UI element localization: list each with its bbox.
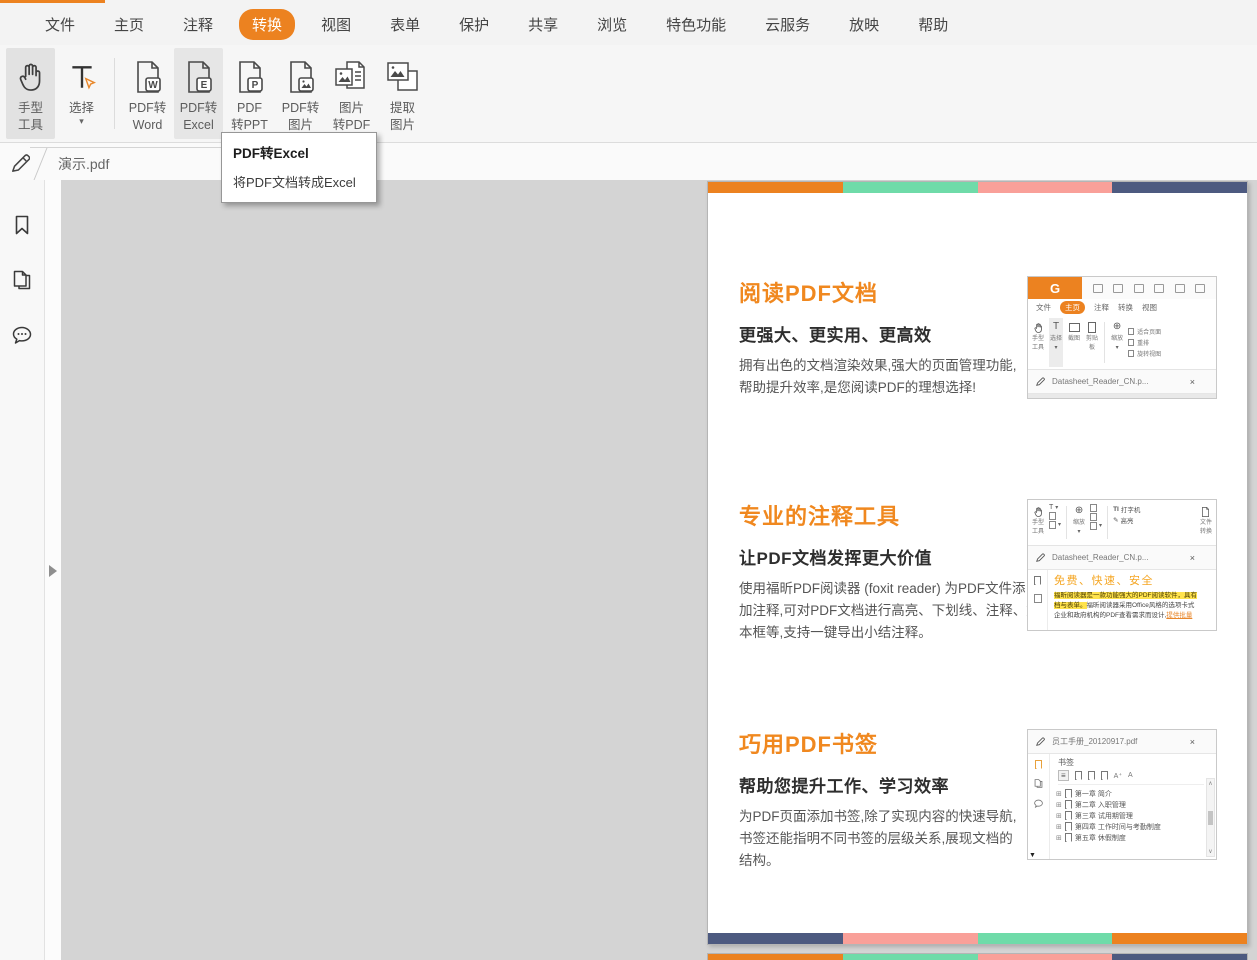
foxit-logo: G	[1028, 277, 1082, 299]
mini-text-tools: TI打字机 ✎高亮	[1113, 502, 1140, 543]
mini-doc-tab: Datasheet_Reader_CN.p... ×	[1028, 546, 1216, 570]
hand-icon	[15, 54, 47, 100]
svg-text:P: P	[251, 80, 258, 91]
mini-close-icon: ×	[1190, 377, 1195, 387]
ribbon-toolbar: 手型工具 选择 ▾ W PDF转Word E	[0, 45, 1257, 143]
menu-item-file[interactable]: 文件	[45, 14, 75, 35]
mini-close-icon: ×	[1190, 553, 1195, 563]
mini-annot-toolbar: 手型工具 T▾ ▾ ⊕缩放▾ ▾ TI打字机 ✎高亮	[1028, 500, 1216, 546]
menu-item-protect[interactable]: 保护	[459, 14, 489, 35]
extract-image-button[interactable]: 提取图片	[378, 48, 427, 139]
menu-item-features[interactable]: 特色功能	[666, 14, 726, 35]
mini-doc-tab: Datasheet_Reader_CN.p... ×	[1028, 370, 1216, 394]
tooltip-title: PDF转Excel	[233, 142, 365, 162]
bookmarks-panel-button[interactable]	[9, 212, 35, 238]
pdf-to-word-button[interactable]: W PDF转Word	[123, 48, 172, 139]
menu-item-convert-active[interactable]: 转换	[239, 9, 295, 40]
mini-font-increase-icon: A⁺	[1114, 772, 1122, 780]
mini-bookmark-icon	[1034, 576, 1041, 585]
mini-scrollbar: ∧ ∨	[1206, 778, 1215, 857]
mini-list-icon: ≡	[1058, 770, 1069, 781]
pdf-to-excel-icon: E	[181, 54, 217, 100]
menu-item-share[interactable]: 共享	[528, 14, 558, 35]
menu-item-home[interactable]: 主页	[114, 14, 144, 35]
document-tab[interactable]: 演示.pdf	[30, 147, 226, 180]
page-top-stripe	[708, 182, 1247, 193]
mini-bookmark-icon-active	[1035, 760, 1042, 769]
pdf-to-image-button[interactable]: PDF转图片	[276, 48, 325, 139]
mini-view-options: 适合页面 重排 旋转视图	[1128, 318, 1161, 367]
tooltip: PDF转Excel 将PDF文档转成Excel	[221, 132, 377, 203]
document-tab-bar: 演示.pdf	[0, 143, 1257, 180]
comments-panel-button[interactable]	[9, 322, 35, 348]
pdf-to-ppt-icon: P	[232, 54, 268, 100]
mini-link-text: 提供批量	[1166, 612, 1192, 619]
main-area: 阅读PDF文档 更强大、更实用、更高效 拥有出色的文档渲染效果,强大的页面管理功…	[0, 180, 1257, 960]
menu-item-comment[interactable]: 注释	[183, 14, 213, 35]
pages-panel-button[interactable]	[9, 267, 35, 293]
tooltip-description: 将PDF文档转成Excel	[233, 172, 365, 191]
mini-screenshot-annotation: 手型工具 T▾ ▾ ⊕缩放▾ ▾ TI打字机 ✎高亮	[1027, 499, 1217, 631]
document-canvas[interactable]: 阅读PDF文档 更强大、更实用、更高效 拥有出色的文档渲染效果,强大的页面管理功…	[61, 180, 1257, 960]
image-to-pdf-button[interactable]: 图片转PDF	[327, 48, 376, 139]
mini-page-group: ▾	[1090, 502, 1102, 543]
mini-typewriter-icon: TI	[1113, 506, 1119, 513]
svg-text:W: W	[148, 80, 158, 91]
mini-collapse-icon: ▼	[1029, 852, 1036, 859]
mini-quickaccess-icons	[1082, 284, 1216, 293]
image-to-pdf-icon	[333, 54, 371, 100]
menu-item-form[interactable]: 表单	[390, 14, 420, 35]
hand-tool-button[interactable]: 手型工具	[6, 48, 55, 139]
mini-side-panel: ▼	[1028, 754, 1050, 860]
next-page-top-stripe	[707, 953, 1248, 960]
svg-text:E: E	[200, 80, 207, 91]
navigation-side-panel	[0, 180, 45, 960]
menu-item-browse[interactable]: 浏览	[597, 14, 627, 35]
mini-font-icon: A	[1128, 772, 1133, 779]
mini-screenshot-reader: G 文件 主页 注释 转换 视图 手型工具 T选择▾	[1027, 276, 1217, 399]
mini-select-group: T▾ ▾	[1049, 502, 1061, 543]
mini-screenshot-bookmarks: 员工手册_20120917.pdf × ▼ 书签 ≡	[1027, 729, 1217, 860]
mini-page-heading: 免费、快速、安全	[1054, 572, 1214, 588]
select-cursor-icon	[68, 54, 96, 100]
mini-side-panel	[1028, 570, 1048, 630]
pdf-to-ppt-button[interactable]: P PDF转PPT	[225, 48, 274, 139]
pdf-to-excel-button[interactable]: E PDF转Excel	[174, 48, 223, 139]
toolbar-separator	[114, 58, 115, 129]
mini-panel-title: 书签	[1058, 757, 1204, 768]
mini-zoom-icon: ⊕	[1075, 504, 1083, 519]
panel-expander-arrow[interactable]	[49, 565, 57, 577]
pdf-to-word-icon: W	[130, 54, 166, 100]
mini-select-icon: T	[1053, 320, 1059, 335]
panel-gutter	[45, 180, 61, 960]
extract-image-icon	[385, 54, 421, 100]
menu-item-present[interactable]: 放映	[849, 14, 879, 35]
pdf-to-image-icon	[283, 54, 319, 100]
mini-bookmark-toolbar: ≡ A⁺ A	[1058, 770, 1204, 785]
pdf-page: 阅读PDF文档 更强大、更实用、更高效 拥有出色的文档渲染效果,强大的页面管理功…	[707, 181, 1248, 945]
mini-close-icon: ×	[1190, 737, 1195, 747]
select-tool-button[interactable]: 选择 ▾	[57, 48, 106, 139]
menu-bar: 文件 主页 注释 转换 视图 表单 保护 共享 浏览 特色功能 云服务 放映 帮…	[0, 3, 1257, 45]
mini-menu-bar: 文件 主页 注释 转换 视图	[1028, 299, 1216, 316]
mini-highlight-pen-icon: ✎	[1113, 516, 1118, 524]
mini-zoom-icon: ⊕	[1113, 320, 1121, 335]
mini-toolbar: 手型工具 T选择▾ 截图 剪贴板 ⊕缩放▾ 适合页面 重排 旋转视图	[1028, 316, 1216, 370]
menu-item-cloud[interactable]: 云服务	[765, 14, 810, 35]
menu-item-help[interactable]: 帮助	[918, 14, 948, 35]
select-dropdown-caret-icon: ▾	[79, 117, 84, 126]
mini-doc-tab: 员工手册_20120917.pdf ×	[1028, 730, 1216, 754]
mini-bookmark-list: ⊞第一章 简介 ⊞第二章 入职管理 ⊞第三章 试用期管理 ⊞第四章 工作时间与考…	[1056, 788, 1204, 843]
menu-item-view[interactable]: 视图	[321, 14, 351, 35]
page-bottom-stripe	[708, 933, 1247, 944]
